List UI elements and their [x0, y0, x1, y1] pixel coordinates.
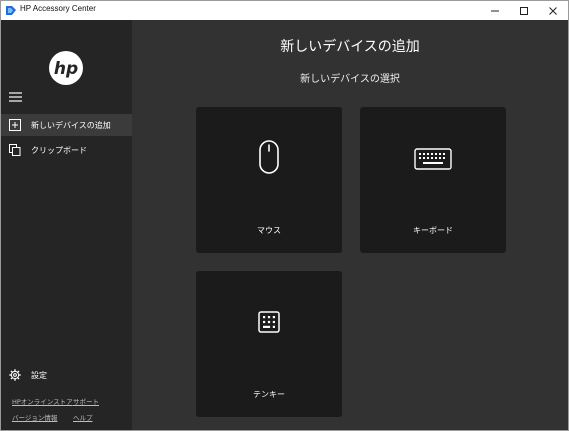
- sidebar-item-settings[interactable]: 設定: [1, 364, 132, 386]
- card-label: テンキー: [253, 390, 285, 399]
- device-card-keyboard[interactable]: キーボード: [360, 107, 506, 253]
- version-info-link[interactable]: バージョン情報: [12, 412, 57, 422]
- hp-app-icon: [6, 6, 16, 15]
- sidebar-item-clipboard[interactable]: クリップボード: [1, 139, 132, 161]
- hamburger-icon[interactable]: [9, 92, 22, 102]
- sidebar-item-label: クリップボード: [31, 146, 87, 155]
- card-label: マウス: [257, 226, 281, 235]
- close-icon: [549, 6, 557, 15]
- mouse-icon: [259, 140, 279, 174]
- keyboard-icon: [414, 148, 452, 170]
- sidebar: hp 新しいデバイスの追加 クリップボード 設定 HPオンラインストア サポート…: [1, 20, 132, 430]
- close-button[interactable]: [539, 1, 567, 20]
- page-subtitle: 新しいデバイスの選択: [300, 74, 400, 85]
- support-link[interactable]: サポート: [73, 396, 99, 406]
- title-bar: HP Accessory Center: [1, 1, 568, 20]
- card-label: キーボード: [413, 226, 453, 235]
- device-card-mouse[interactable]: マウス: [196, 107, 342, 253]
- sidebar-item-label: 新しいデバイスの追加: [31, 121, 111, 130]
- maximize-icon: [520, 6, 528, 15]
- numpad-icon: [258, 311, 280, 333]
- gear-icon: [9, 369, 21, 381]
- online-store-link[interactable]: HPオンラインストア: [12, 396, 73, 406]
- plus-square-icon: [9, 119, 21, 131]
- app-window: HP Accessory Center hp 新しいデバイスの追加 クリップボー…: [0, 0, 569, 431]
- hp-logo: hp: [49, 51, 83, 85]
- maximize-button[interactable]: [510, 1, 538, 20]
- window-title: HP Accessory Center: [20, 4, 96, 13]
- sidebar-item-add-device[interactable]: 新しいデバイスの追加: [1, 114, 132, 136]
- page-title: 新しいデバイスの追加: [280, 39, 420, 55]
- minimize-icon: [491, 10, 499, 11]
- minimize-button[interactable]: [481, 1, 509, 20]
- main-content: 新しいデバイスの追加 新しいデバイスの選択 マウス キーボード テンキー: [132, 20, 568, 430]
- settings-label: 設定: [31, 371, 47, 380]
- clipboard-icon: [9, 144, 21, 156]
- help-link[interactable]: ヘルプ: [73, 412, 93, 422]
- svg-text:hp: hp: [54, 59, 78, 79]
- device-card-tenkey[interactable]: テンキー: [196, 271, 342, 417]
